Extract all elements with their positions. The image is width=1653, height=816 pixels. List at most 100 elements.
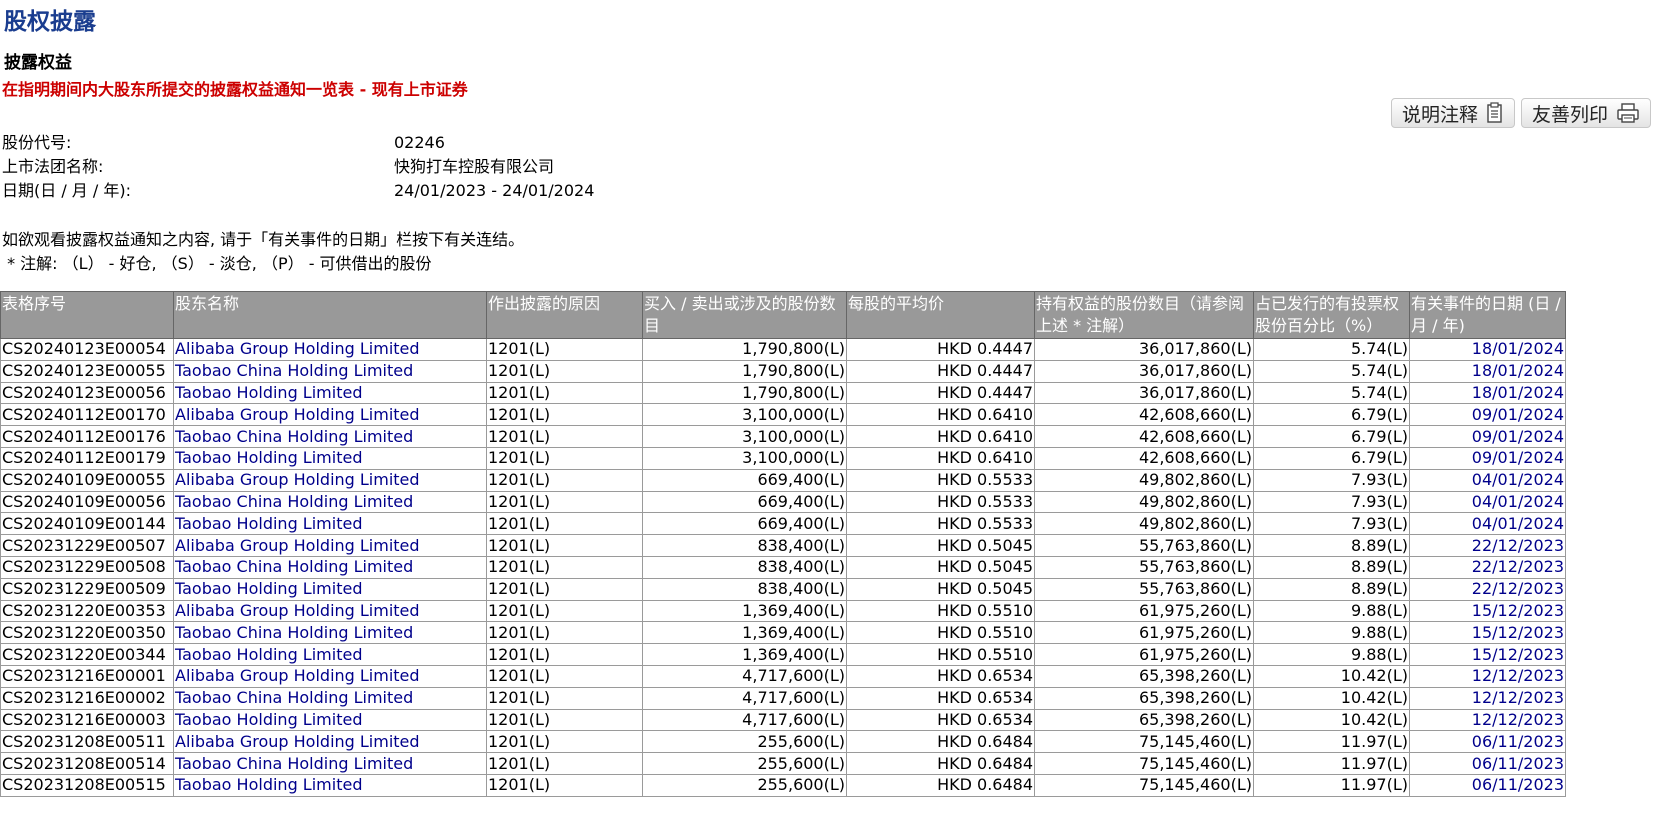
column-header: 作出披露的原因: [486, 291, 643, 339]
event-date-cell[interactable]: 12/12/2023: [1409, 664, 1566, 688]
column-header: 买入 / 卖出或涉及的股份数目: [642, 291, 847, 339]
average-price-cell: HKD 0.5045: [846, 577, 1035, 601]
shareholder-name-cell[interactable]: Taobao Holding Limited: [173, 577, 487, 601]
shareholder-name-cell[interactable]: Taobao Holding Limited: [173, 708, 487, 732]
event-date-cell[interactable]: 06/11/2023: [1409, 730, 1566, 754]
column-header: 表格序号: [0, 291, 174, 339]
shareholder-name-cell[interactable]: Taobao China Holding Limited: [173, 359, 487, 383]
shares-involved-cell: 1,790,800(L): [642, 338, 847, 361]
notes-legend: * 注解: （L） - 好仓, （S） - 淡仓, （P） - 可供借出的股份: [2, 254, 432, 273]
event-date-cell[interactable]: 04/01/2024: [1409, 490, 1566, 514]
shareholder-name-cell[interactable]: Alibaba Group Holding Limited: [173, 468, 487, 492]
average-price-cell: HKD 0.6484: [846, 773, 1035, 797]
shareholder-name-cell[interactable]: Alibaba Group Holding Limited: [173, 664, 487, 688]
event-date-cell[interactable]: 15/12/2023: [1409, 599, 1566, 623]
event-date-cell[interactable]: 06/11/2023: [1409, 773, 1566, 797]
event-date-cell[interactable]: 18/01/2024: [1409, 359, 1566, 383]
average-price-cell: HKD 0.6534: [846, 708, 1035, 732]
page-subtitle: 在指明期间内大股东所提交的披露权益通知一览表 - 现有上市证券: [2, 80, 468, 99]
disclosure-table-container: 表格序号 股东名称 作出披露的原因 买入 / 卖出或涉及的股份数目 每股的平均价…: [0, 291, 1566, 797]
event-date-cell[interactable]: 09/01/2024: [1409, 446, 1566, 470]
event-date-cell[interactable]: 04/01/2024: [1409, 468, 1566, 492]
shareholder-name-cell[interactable]: Alibaba Group Holding Limited: [173, 338, 487, 361]
shareholder-name-cell[interactable]: Taobao Holding Limited: [173, 773, 487, 797]
shares-held-cell: 49,802,860(L): [1034, 468, 1254, 492]
table-row: CS20231216E00001 Alibaba Group Holding Li…: [0, 664, 1566, 688]
shareholder-name-cell[interactable]: Taobao China Holding Limited: [173, 490, 487, 514]
disclosure-reason-cell: 1201(L): [486, 403, 643, 427]
form-serial-cell: CS20240112E00179: [0, 446, 174, 470]
disclosure-reason-cell: 1201(L): [486, 577, 643, 601]
event-date-cell[interactable]: 22/12/2023: [1409, 534, 1566, 557]
disclosure-table: 表格序号 股东名称 作出披露的原因 买入 / 卖出或涉及的股份数目 每股的平均价…: [0, 291, 1566, 797]
notes-button[interactable]: 说明注释: [1390, 98, 1515, 128]
shares-held-cell: 61,975,260(L): [1034, 643, 1254, 666]
table-row: CS20231220E00353 Alibaba Group Holding Li…: [0, 599, 1566, 623]
event-date-cell[interactable]: 15/12/2023: [1409, 643, 1566, 666]
shares-involved-cell: 1,790,800(L): [642, 359, 847, 383]
shareholder-name-cell[interactable]: Alibaba Group Holding Limited: [173, 599, 487, 623]
form-serial-cell: CS20231216E00001: [0, 664, 174, 688]
disclosure-reason-cell: 1201(L): [486, 534, 643, 557]
table-row: CS20240112E00179 Taobao Holding Limited 12…: [0, 446, 1566, 470]
shareholder-name-cell[interactable]: Taobao Holding Limited: [173, 512, 487, 536]
shareholder-name-cell[interactable]: Alibaba Group Holding Limited: [173, 730, 487, 754]
percentage-cell: 6.79(L): [1253, 425, 1410, 448]
column-header: 有关事件的日期 (日 / 月 / 年): [1409, 291, 1566, 339]
average-price-cell: HKD 0.6484: [846, 730, 1035, 754]
shareholder-name-cell[interactable]: Taobao Holding Limited: [173, 381, 487, 405]
shareholder-name-cell[interactable]: Alibaba Group Holding Limited: [173, 534, 487, 557]
average-price-cell: HKD 0.6410: [846, 425, 1035, 448]
event-date-cell[interactable]: 18/01/2024: [1409, 338, 1566, 361]
disclosure-reason-cell: 1201(L): [486, 773, 643, 797]
event-date-cell[interactable]: 12/12/2023: [1409, 708, 1566, 732]
event-date-cell[interactable]: 22/12/2023: [1409, 577, 1566, 601]
event-date-cell[interactable]: 04/01/2024: [1409, 512, 1566, 536]
average-price-cell: HKD 0.5533: [846, 468, 1035, 492]
shares-involved-cell: 838,400(L): [642, 577, 847, 601]
print-button[interactable]: 友善列印: [1520, 98, 1651, 128]
shareholder-name-cell[interactable]: Taobao China Holding Limited: [173, 752, 487, 775]
shares-involved-cell: 838,400(L): [642, 555, 847, 579]
shareholder-name-cell[interactable]: Taobao China Holding Limited: [173, 555, 487, 579]
form-serial-cell: CS20231229E00507: [0, 534, 174, 557]
percentage-cell: 11.97(L): [1253, 730, 1410, 754]
event-date-cell[interactable]: 06/11/2023: [1409, 752, 1566, 775]
company-label: 上市法团名称:: [2, 157, 104, 176]
table-body: CS20240123E00054 Alibaba Group Holding Li…: [0, 338, 1566, 797]
average-price-cell: HKD 0.6410: [846, 446, 1035, 470]
column-header: 股东名称: [173, 291, 487, 339]
disclosure-reason-cell: 1201(L): [486, 555, 643, 579]
table-row: CS20231220E00350 Taobao China Holding Lim…: [0, 621, 1566, 645]
event-date-cell[interactable]: 09/01/2024: [1409, 425, 1566, 448]
event-date-cell[interactable]: 15/12/2023: [1409, 621, 1566, 645]
average-price-cell: HKD 0.6484: [846, 752, 1035, 775]
shareholder-name-cell[interactable]: Taobao China Holding Limited: [173, 621, 487, 645]
shareholder-name-cell[interactable]: Taobao Holding Limited: [173, 643, 487, 666]
event-date-cell[interactable]: 18/01/2024: [1409, 381, 1566, 405]
shareholder-name-cell[interactable]: Taobao China Holding Limited: [173, 425, 487, 448]
form-serial-cell: CS20231229E00509: [0, 577, 174, 601]
event-date-cell[interactable]: 22/12/2023: [1409, 555, 1566, 579]
percentage-cell: 7.93(L): [1253, 512, 1410, 536]
disclosure-reason-cell: 1201(L): [486, 446, 643, 470]
shares-held-cell: 65,398,260(L): [1034, 686, 1254, 710]
form-serial-cell: CS20240123E00054: [0, 338, 174, 361]
disclosure-reason-cell: 1201(L): [486, 425, 643, 448]
shares-held-cell: 49,802,860(L): [1034, 512, 1254, 536]
shares-involved-cell: 4,717,600(L): [642, 708, 847, 732]
shares-held-cell: 61,975,260(L): [1034, 621, 1254, 645]
stock-code-label: 股份代号:: [2, 133, 72, 152]
form-serial-cell: CS20231208E00514: [0, 752, 174, 775]
shareholder-name-cell[interactable]: Taobao Holding Limited: [173, 446, 487, 470]
event-date-cell[interactable]: 12/12/2023: [1409, 686, 1566, 710]
shares-involved-cell: 1,369,400(L): [642, 599, 847, 623]
shareholder-name-cell[interactable]: Alibaba Group Holding Limited: [173, 403, 487, 427]
shareholder-name-cell[interactable]: Taobao China Holding Limited: [173, 686, 487, 710]
form-serial-cell: CS20231216E00002: [0, 686, 174, 710]
company-value: 快狗打车控股有限公司: [394, 157, 555, 176]
table-row: CS20240109E00144 Taobao Holding Limited 12…: [0, 512, 1566, 536]
event-date-cell[interactable]: 09/01/2024: [1409, 403, 1566, 427]
shares-held-cell: 36,017,860(L): [1034, 338, 1254, 361]
percentage-cell: 5.74(L): [1253, 359, 1410, 383]
